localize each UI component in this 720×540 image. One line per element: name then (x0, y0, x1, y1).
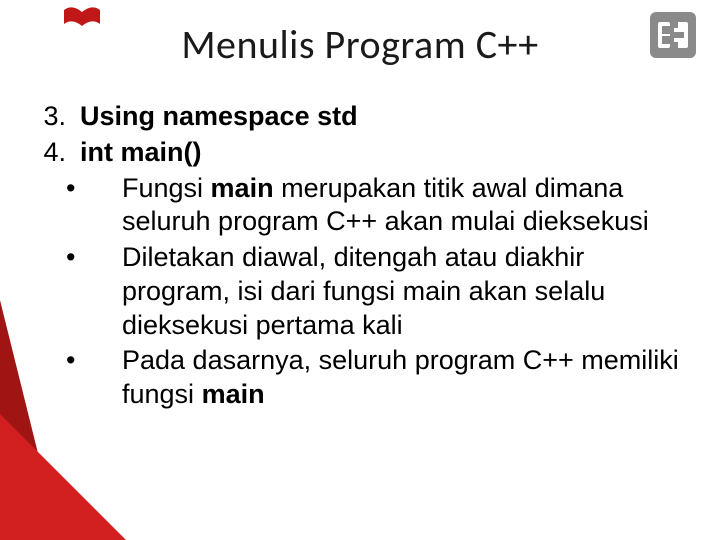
numbered-list: 3. Using namespace std 4. int main() (40, 100, 680, 170)
bullet-list: •Fungsi main merupakan titik awal dimana… (94, 172, 680, 412)
brand-logo (650, 12, 696, 63)
book-icon (62, 6, 102, 33)
bullet-icon: • (94, 241, 108, 275)
bullet-text-pre: Fungsi (122, 173, 211, 203)
item-text: Using namespace std (80, 101, 358, 131)
bullet-keyword: main (202, 379, 265, 409)
slide: Menulis Program C++ 3. Using namespace st… (0, 0, 720, 540)
slide-body: 3. Using namespace std 4. int main() • Fung… (40, 100, 680, 414)
bullet-item: • Diletakan diawal, ditengah atau diakhir… (94, 241, 680, 342)
bullet-icon: • (94, 344, 108, 378)
bullet-item: •Fungsi main merupakan titik awal dimana… (94, 172, 680, 240)
item-4: 4. int main() (40, 136, 680, 170)
slide-title: Menulis Program C++ (0, 0, 720, 69)
bullet-text: Diletakan diawal, ditengah atau diakhir … (122, 242, 605, 340)
item-number: 3. (40, 100, 66, 134)
bullet-item: •Pada dasarnya, seluruh program C++ memi… (94, 344, 680, 412)
item-number: 4. (40, 136, 66, 170)
item-3: 3. Using namespace std (40, 100, 680, 134)
bullet-icon: • (94, 172, 108, 206)
bullet-keyword: main (211, 173, 274, 203)
item-text: int main() (80, 137, 202, 167)
